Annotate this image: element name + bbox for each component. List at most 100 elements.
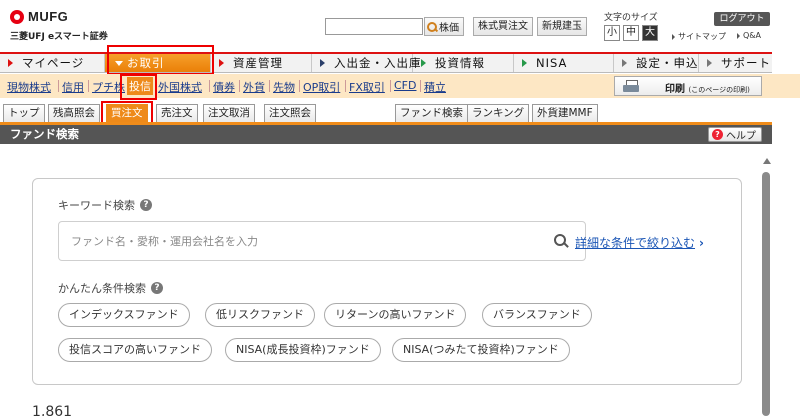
arrow-right-icon bbox=[421, 59, 426, 67]
font-size-label: 文字のサイズ bbox=[604, 13, 658, 23]
detailed-search-link[interactable]: 詳細な条件で絞り込む › bbox=[575, 234, 704, 251]
chip-index-fund[interactable]: インデックスファンド bbox=[58, 303, 190, 327]
section-header: ファンド検索 ? ヘルプ bbox=[0, 122, 772, 144]
stock-price-label: 株価 bbox=[439, 23, 459, 34]
fund-search-card: キーワード検索 ? 詳細な条件で絞り込む› かんたん条件検索 ? インデックスフ… bbox=[32, 178, 742, 385]
page-title: ファンド検索 bbox=[10, 127, 79, 141]
keyword-search-text: キーワード検索 bbox=[58, 199, 135, 212]
tab-order-inquiry[interactable]: 注文照会 bbox=[264, 104, 316, 122]
chip-balanced-fund[interactable]: バランスファンド bbox=[482, 303, 592, 327]
tab-cancel-order[interactable]: 注文取消 bbox=[203, 104, 255, 122]
chip-low-risk-fund[interactable]: 低リスクファンド bbox=[205, 303, 315, 327]
nav-label: サポート bbox=[721, 56, 771, 70]
nav-label: NISA bbox=[536, 56, 568, 70]
nav-label: 資産管理 bbox=[233, 56, 283, 70]
subnav-foreign-currency[interactable]: 外貨 bbox=[243, 79, 265, 95]
question-icon[interactable]: ? bbox=[140, 199, 152, 211]
logo-text: MUFG bbox=[28, 9, 69, 24]
new-position-button[interactable]: 新規建玉 bbox=[537, 17, 587, 36]
nav-mypage[interactable]: マイページ bbox=[0, 54, 105, 72]
font-size-small-button[interactable]: 小 bbox=[604, 25, 620, 41]
tab-fund-search[interactable]: ファンド検索 bbox=[395, 104, 468, 122]
result-count: 1,861 bbox=[32, 404, 72, 416]
nav-trading[interactable]: お取引 bbox=[105, 54, 211, 72]
subnav-margin[interactable]: 信用 bbox=[62, 79, 84, 95]
nav-support[interactable]: サポート bbox=[699, 54, 772, 72]
faq-link[interactable]: Q&A bbox=[737, 31, 761, 40]
header: MUFG 三菱UFJ eスマート証券 株価 株式買注文 新規建玉 文字のサイズ … bbox=[0, 0, 800, 48]
arrow-right-icon bbox=[522, 59, 527, 67]
scrollbar[interactable] bbox=[758, 150, 774, 416]
scroll-up-arrow-icon[interactable] bbox=[763, 158, 771, 164]
font-size-large-button[interactable]: 大 bbox=[642, 25, 658, 41]
help-button[interactable]: ? ヘルプ bbox=[708, 127, 762, 142]
tab-top[interactable]: トップ bbox=[3, 104, 45, 122]
print-text: 印刷 bbox=[665, 84, 685, 95]
arrow-right-icon bbox=[320, 59, 325, 67]
subnav-cfd[interactable]: CFD bbox=[394, 79, 416, 92]
help-icon: ? bbox=[712, 129, 723, 140]
font-size-medium-button[interactable]: 中 bbox=[623, 25, 639, 41]
chevron-down-icon bbox=[115, 61, 123, 66]
nav-asset-management[interactable]: 資産管理 bbox=[211, 54, 312, 72]
chip-high-return-fund[interactable]: リターンの高いファンド bbox=[324, 303, 467, 327]
printer-icon bbox=[623, 80, 639, 93]
subnav-futures[interactable]: 先物 bbox=[273, 79, 295, 95]
divider bbox=[269, 80, 270, 92]
nav-nisa[interactable]: NISA bbox=[514, 54, 614, 72]
chip-nisa-tsumitate-fund[interactable]: NISA(つみたて投資枠)ファンド bbox=[392, 338, 570, 362]
stock-price-search-button[interactable]: 株価 bbox=[424, 17, 464, 36]
arrow-right-icon bbox=[8, 59, 13, 67]
order-tabs: トップ 残高照会 買注文 売注文 注文取消 注文照会 ファンド検索 ランキング … bbox=[0, 104, 800, 122]
print-note: (このページの印刷) bbox=[688, 86, 750, 94]
divider bbox=[58, 80, 59, 92]
divider bbox=[209, 80, 210, 92]
nav-deposit-withdrawal[interactable]: 入出金・入出庫 bbox=[312, 54, 421, 72]
question-icon[interactable]: ? bbox=[151, 282, 163, 294]
nav-label: マイページ bbox=[22, 56, 85, 70]
subnav-options[interactable]: OP取引 bbox=[303, 79, 340, 95]
result-count-value: 1,861 bbox=[32, 404, 73, 416]
nav-label: 入出金・入出庫 bbox=[334, 56, 422, 70]
global-nav: マイページ お取引 資産管理 入出金・入出庫 投資情報 NISA 設定・申込 サ… bbox=[0, 52, 772, 73]
subnav-fx[interactable]: FX取引 bbox=[349, 79, 385, 95]
help-label: ヘルプ bbox=[726, 131, 756, 142]
chevron-right-icon: › bbox=[699, 236, 704, 250]
tab-foreign-mmf[interactable]: 外貨建MMF bbox=[532, 104, 598, 122]
stock-buy-order-button[interactable]: 株式買注文 bbox=[473, 17, 533, 36]
keyword-search-input[interactable] bbox=[58, 221, 586, 261]
subnav-spot-stocks[interactable]: 現物株式 bbox=[7, 79, 51, 95]
tab-buy-order[interactable]: 買注文 bbox=[106, 104, 148, 122]
nav-label: 投資情報 bbox=[435, 56, 485, 70]
scrollbar-thumb[interactable] bbox=[762, 172, 770, 416]
print-button[interactable]: 印刷 (このページの印刷) bbox=[614, 76, 762, 96]
stock-search-input[interactable] bbox=[325, 18, 423, 35]
sitemap-link[interactable]: サイトマップ bbox=[672, 31, 726, 42]
tab-sell-order[interactable]: 売注文 bbox=[156, 104, 198, 122]
faq-label: Q&A bbox=[743, 31, 762, 40]
subnav-mutual-funds[interactable]: 投信 bbox=[127, 77, 153, 95]
mufg-logo-icon bbox=[10, 10, 24, 24]
divider bbox=[239, 80, 240, 92]
tab-balance-inquiry[interactable]: 残高照会 bbox=[48, 104, 100, 122]
easy-search-text: かんたん条件検索 bbox=[58, 282, 146, 295]
tab-ranking[interactable]: ランキング bbox=[467, 104, 530, 122]
sub-nav: 現物株式 信用 プチ株 投信 外国株式 債券 外貨 先物 OP取引 FX取引 C… bbox=[0, 74, 800, 98]
detailed-search-label: 詳細な条件で絞り込む bbox=[575, 236, 696, 250]
chip-high-score-fund[interactable]: 投信スコアの高いファンド bbox=[58, 338, 212, 362]
nav-investment-info[interactable]: 投資情報 bbox=[413, 54, 514, 72]
chip-nisa-growth-fund[interactable]: NISA(成長投資枠)ファンド bbox=[225, 338, 381, 362]
subnav-petit-stocks[interactable]: プチ株 bbox=[92, 79, 125, 95]
arrow-right-icon bbox=[707, 59, 712, 67]
sitemap-label: サイトマップ bbox=[678, 32, 726, 41]
subnav-accumulation[interactable]: 積立 bbox=[424, 79, 446, 95]
search-icon bbox=[427, 21, 437, 32]
arrow-right-icon bbox=[622, 59, 627, 67]
divider bbox=[420, 80, 421, 92]
logout-button[interactable]: ログアウト bbox=[714, 12, 770, 26]
nav-settings[interactable]: 設定・申込 bbox=[614, 54, 699, 72]
subnav-foreign-stocks[interactable]: 外国株式 bbox=[158, 79, 202, 95]
search-icon[interactable] bbox=[553, 233, 569, 249]
divider bbox=[299, 80, 300, 92]
subnav-bonds[interactable]: 債券 bbox=[213, 79, 235, 95]
